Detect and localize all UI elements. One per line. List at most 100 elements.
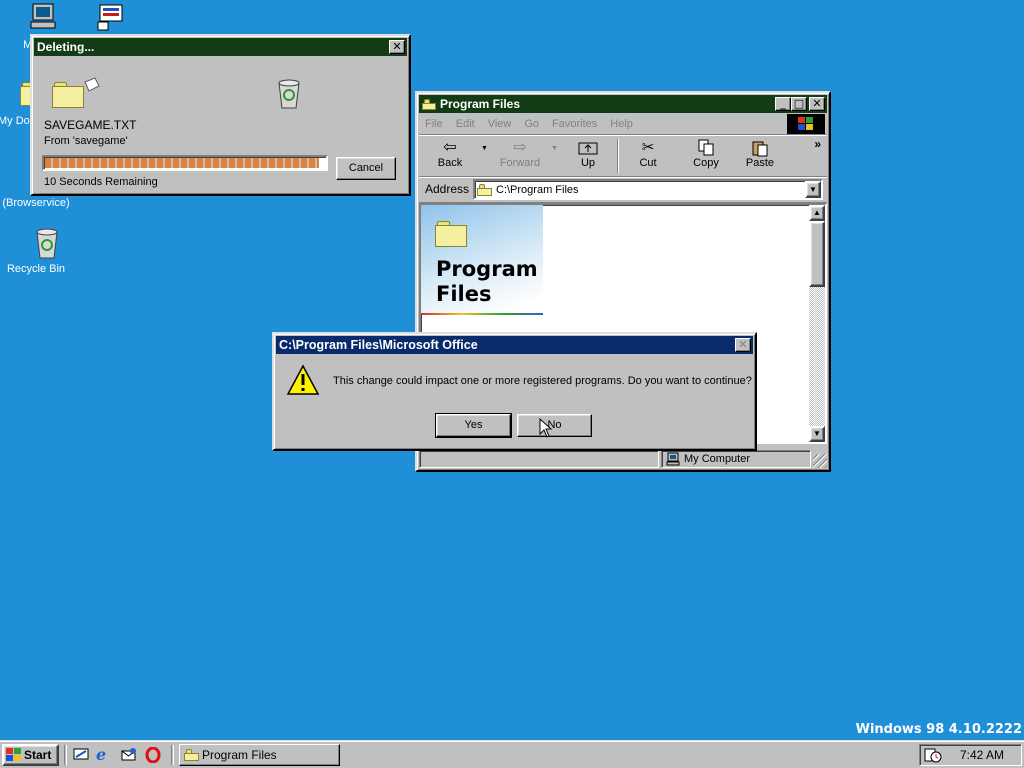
- deleting-source: From 'savegame': [44, 135, 128, 147]
- network-neighborhood-icon: [97, 4, 123, 31]
- menu-edit[interactable]: Edit: [456, 118, 475, 130]
- paste-label: Paste: [745, 157, 775, 169]
- scissors-icon: ✂: [641, 139, 655, 156]
- copy-label: Copy: [693, 157, 719, 169]
- desktop-icon-recycle-bin[interactable]: Recycle Bin: [0, 226, 74, 275]
- address-bar: Address C:\Program Files ▼: [419, 177, 827, 203]
- address-input[interactable]: C:\Program Files ▼: [473, 179, 823, 200]
- paste-button[interactable]: Paste: [735, 139, 785, 169]
- show-desktop-icon[interactable]: [72, 747, 90, 763]
- forward-label: Forward: [499, 157, 541, 169]
- recycle-bin-icon: [278, 79, 300, 109]
- taskbar-separator: [64, 745, 67, 765]
- mouse-cursor-icon: [539, 418, 553, 438]
- toolbar-more-chevron[interactable]: »: [814, 137, 821, 151]
- up-folder-icon: [565, 139, 611, 157]
- warning-icon: [286, 364, 320, 395]
- up-button[interactable]: Up: [565, 139, 611, 169]
- progress-fill: [45, 158, 320, 168]
- time-remaining: 10 Seconds Remaining: [44, 176, 158, 188]
- my-computer-icon: [666, 452, 680, 466]
- maximize-button[interactable]: □: [791, 97, 807, 111]
- desktop-icon-network[interactable]: [74, 2, 146, 37]
- confirm-dialog-titlebar[interactable]: C:\Program Files\Microsoft Office ✕: [276, 336, 753, 354]
- deleting-dialog-titlebar[interactable]: Deleting... ✕: [34, 38, 407, 56]
- explorer-title: Program Files: [440, 97, 521, 111]
- status-location: My Computer: [684, 453, 751, 465]
- scroll-down-button[interactable]: ▼: [809, 426, 825, 442]
- deleting-dialog-title: Deleting...: [37, 40, 95, 54]
- back-arrow-icon: ⇦: [443, 139, 457, 156]
- address-value: C:\Program Files: [496, 183, 579, 196]
- cancel-button[interactable]: Cancel: [336, 157, 396, 180]
- deleting-filename: SAVEGAME.TXT: [44, 118, 137, 132]
- panel-title-line2: Files: [436, 282, 492, 306]
- address-dropdown-button[interactable]: ▼: [805, 181, 821, 198]
- close-button[interactable]: ✕: [735, 338, 751, 352]
- menu-file[interactable]: File: [425, 118, 443, 130]
- taskbar-button-program-files[interactable]: Program Files: [179, 744, 340, 766]
- internet-explorer-icon[interactable]: e: [96, 747, 114, 763]
- taskbar: Start e Program Files 7:42 AM: [0, 740, 1024, 768]
- forward-arrow-icon: ⇨: [513, 139, 527, 156]
- confirm-dialog: C:\Program Files\Microsoft Office ✕ This…: [272, 332, 757, 451]
- panel-divider: [421, 313, 543, 315]
- menu-go[interactable]: Go: [524, 118, 539, 130]
- status-pane-zone: My Computer: [661, 450, 811, 468]
- explorer-titlebar[interactable]: Program Files _ □ ✕: [419, 95, 827, 113]
- forward-button[interactable]: ⇨ Forward: [491, 139, 549, 169]
- folder-icon: [422, 98, 436, 110]
- copy-button[interactable]: Copy: [681, 139, 731, 169]
- recycle-bin-icon: [36, 228, 58, 259]
- windows-logo-icon: [787, 114, 825, 134]
- outlook-express-icon[interactable]: [120, 747, 138, 763]
- folder-icon: [477, 183, 492, 196]
- confirm-dialog-title: C:\Program Files\Microsoft Office: [279, 338, 478, 352]
- start-label: Start: [24, 748, 52, 762]
- menu-help[interactable]: Help: [610, 118, 633, 130]
- address-label: Address: [425, 182, 470, 196]
- confirm-message: This change could impact one or more reg…: [333, 375, 752, 387]
- menu-view[interactable]: View: [488, 118, 512, 130]
- flying-paper-icon: [84, 77, 100, 92]
- progress-bar: [42, 155, 328, 171]
- back-dropdown-icon[interactable]: ▼: [481, 145, 488, 152]
- desktop-icon-label: Recycle Bin: [6, 263, 66, 275]
- menu-bar: File Edit View Go Favorites Help: [419, 113, 827, 135]
- no-button[interactable]: No: [517, 414, 592, 437]
- minimize-button[interactable]: _: [775, 97, 791, 111]
- scroll-up-button[interactable]: ▲: [809, 205, 825, 221]
- quick-launch: e: [72, 746, 162, 764]
- close-button[interactable]: ✕: [809, 97, 825, 111]
- taskbar-separator: [171, 745, 174, 765]
- forward-dropdown-icon[interactable]: ▼: [551, 145, 558, 152]
- taskbar-button-label: Program Files: [202, 748, 277, 762]
- vertical-scrollbar[interactable]: ▲ ▼: [809, 205, 825, 442]
- back-button[interactable]: ⇦ Back: [425, 139, 475, 169]
- close-button[interactable]: ✕: [389, 40, 405, 54]
- start-button[interactable]: Start: [2, 744, 59, 766]
- my-computer-icon: [30, 3, 56, 29]
- standard-toolbar: ⇦ Back ▼ ⇨ Forward ▼ Up ✂ Cut Copy Paste…: [419, 135, 827, 177]
- up-label: Up: [580, 157, 596, 169]
- opera-icon[interactable]: [144, 746, 162, 764]
- webview-panel: Program Files: [421, 205, 543, 315]
- yes-button[interactable]: Yes: [435, 413, 512, 438]
- panel-title-line1: Program: [436, 257, 538, 281]
- scheduler-icon[interactable]: [924, 747, 942, 763]
- system-tray: 7:42 AM: [919, 744, 1022, 766]
- clock[interactable]: 7:42 AM: [960, 748, 1004, 762]
- folder-icon: [52, 82, 84, 108]
- toolbar-separator: [617, 139, 619, 173]
- folder-icon: [435, 221, 467, 247]
- desktop-icon-label: (Browservice): [2, 197, 70, 209]
- copy-icon: [681, 139, 731, 157]
- menu-favorites[interactable]: Favorites: [552, 118, 597, 130]
- deleting-dialog: Deleting... ✕ SAVEGAME.TXT From 'savegam…: [30, 34, 411, 196]
- folder-icon: [184, 749, 199, 761]
- scroll-thumb[interactable]: [809, 221, 825, 287]
- paste-icon: [735, 139, 785, 157]
- cut-button[interactable]: ✂ Cut: [625, 139, 671, 169]
- resize-grip-icon[interactable]: [813, 454, 827, 468]
- status-bar: My Computer: [419, 450, 827, 468]
